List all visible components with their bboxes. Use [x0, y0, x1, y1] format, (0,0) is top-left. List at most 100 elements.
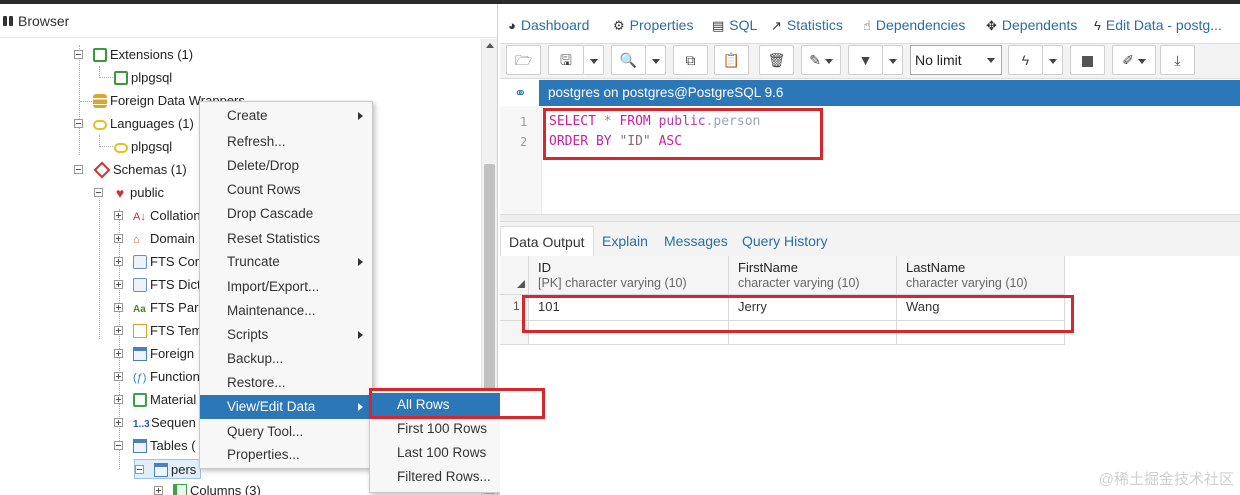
expand-toggle[interactable]: [114, 349, 123, 358]
clear-button[interactable]: ✐: [1112, 45, 1156, 75]
menu-item-backup[interactable]: Backup...: [200, 347, 372, 371]
tree-item-plpgsql-extension[interactable]: plpgsql: [114, 68, 172, 88]
tab-properties[interactable]: ⚙ Properties: [613, 14, 693, 36]
menu-item-view-edit-data[interactable]: View/Edit Data: [200, 395, 372, 419]
tree-item-person-table[interactable]: pers: [134, 459, 202, 479]
paste-button[interactable]: 📋: [714, 45, 749, 75]
filter-icon: ▼: [858, 52, 873, 68]
expand-toggle[interactable]: [114, 257, 123, 266]
grid-corner[interactable]: [500, 256, 529, 295]
collapse-toggle[interactable]: [135, 465, 144, 474]
row-number[interactable]: 1: [500, 295, 529, 321]
menu-item-query-tool[interactable]: Query Tool...: [200, 420, 372, 444]
save-dropdown-button[interactable]: [584, 45, 604, 75]
table-cell[interactable]: [529, 321, 729, 345]
menu-item-properties[interactable]: Properties...: [200, 443, 372, 467]
tree-item-schemas[interactable]: Schemas (1): [74, 160, 187, 180]
domain-icon: ⌂: [133, 234, 140, 246]
expand-toggle[interactable]: [154, 486, 163, 495]
find-dropdown-button[interactable]: [646, 45, 666, 75]
menu-item-count-rows[interactable]: Count Rows: [200, 178, 372, 202]
tab-data-output[interactable]: Data Output: [500, 226, 594, 256]
tab-dependencies[interactable]: ☝ Dependencies: [863, 14, 965, 36]
collapse-toggle[interactable]: [74, 119, 83, 128]
table-cell[interactable]: Wang: [897, 295, 1065, 321]
delete-button[interactable]: 🗑: [759, 45, 794, 75]
tab-edit-data[interactable]: ϟ Edit Data - postg...: [1094, 14, 1222, 36]
expand-toggle[interactable]: [114, 234, 123, 243]
collapse-toggle[interactable]: [94, 188, 103, 197]
menu-item-restore[interactable]: Restore...: [200, 371, 372, 395]
menu-item-truncate[interactable]: Truncate: [200, 250, 372, 274]
menu-item-create[interactable]: Create: [200, 104, 372, 128]
column-header-id[interactable]: ID [PK] character varying (10): [529, 256, 729, 295]
column-header-lastname[interactable]: LastName character varying (10): [897, 256, 1065, 295]
tab-dependents[interactable]: ✥ Dependents: [986, 14, 1077, 36]
edit-icon: ✎: [809, 52, 821, 68]
expand-toggle[interactable]: [114, 395, 123, 404]
expand-toggle[interactable]: [114, 326, 123, 335]
tree-item-fts-parsers[interactable]: Aa FTS Pars: [114, 298, 205, 318]
menu-item-drop-cascade[interactable]: Drop Cascade: [200, 202, 372, 226]
open-file-button[interactable]: 🗁: [506, 45, 541, 75]
tab-messages[interactable]: Messages: [656, 226, 736, 256]
tree-item-functions[interactable]: (ƒ) Function: [114, 367, 200, 387]
expand-toggle[interactable]: [114, 303, 123, 312]
fts-configuration-icon: [133, 254, 147, 269]
tree-item-materialized-views[interactable]: Material: [114, 390, 196, 410]
row-limit-select[interactable]: No limit: [910, 45, 1002, 75]
tree-item-public[interactable]: ♥ public: [94, 183, 164, 203]
expand-toggle[interactable]: [114, 280, 123, 289]
row-number[interactable]: [500, 321, 529, 345]
tree-item-extensions[interactable]: Extensions (1): [74, 45, 193, 65]
tab-sql[interactable]: ▤ SQL: [712, 14, 757, 36]
tree-item-fts-templates[interactable]: FTS Tem: [114, 321, 203, 341]
table-cell[interactable]: Jerry: [729, 295, 897, 321]
filter-dropdown-button[interactable]: [883, 45, 903, 75]
tree-item-sequences[interactable]: 1..3Sequen: [114, 413, 196, 433]
tree-item-domains[interactable]: ⌂ Domain: [114, 229, 195, 249]
panel-splitter[interactable]: [500, 214, 1240, 222]
sql-editor[interactable]: 1 2 SELECT * FROM public.person ORDER BY…: [500, 106, 1240, 214]
expand-toggle[interactable]: [114, 211, 123, 220]
download-button[interactable]: ⤓: [1160, 45, 1195, 75]
filter-button[interactable]: ▼: [848, 45, 883, 75]
save-button[interactable]: 🖫: [548, 45, 584, 75]
column-header-firstname[interactable]: FirstName character varying (10): [729, 256, 897, 295]
browser-header: Browser: [0, 4, 497, 38]
scroll-up-arrow-icon[interactable]: [486, 43, 494, 48]
stop-button[interactable]: [1070, 45, 1105, 75]
tree-item-plpgsql-language[interactable]: plpgsql: [114, 137, 172, 157]
menu-item-delete-drop[interactable]: Delete/Drop: [200, 154, 372, 178]
tab-explain[interactable]: Explain: [594, 226, 656, 256]
tree-item-tables[interactable]: Tables (: [114, 436, 196, 456]
execute-dropdown-button[interactable]: [1043, 45, 1063, 75]
tab-dashboard[interactable]: ◕ Dashboard: [508, 14, 589, 36]
execute-button[interactable]: ϟ: [1008, 45, 1043, 75]
menu-item-scripts[interactable]: Scripts: [200, 323, 372, 347]
expand-toggle[interactable]: [114, 418, 123, 427]
table-cell[interactable]: [897, 321, 1065, 345]
tree-item-fts-dictionaries[interactable]: FTS Dict: [114, 275, 201, 295]
tree-item-foreign-tables[interactable]: Foreign: [114, 344, 194, 364]
collapse-toggle[interactable]: [114, 441, 123, 450]
expand-toggle[interactable]: [114, 372, 123, 381]
tab-statistics[interactable]: ↗ Statistics: [771, 14, 843, 36]
connection-icon[interactable]: ⚭: [514, 84, 527, 102]
find-button[interactable]: 🔍: [611, 45, 646, 75]
collapse-toggle[interactable]: [74, 165, 83, 174]
menu-item-import-export[interactable]: Import/Export...: [200, 275, 372, 299]
edit-button[interactable]: ✎: [801, 45, 841, 75]
tree-item-fts-configurations[interactable]: FTS Con: [114, 252, 202, 272]
collapse-toggle[interactable]: [74, 50, 83, 59]
tree-item-columns[interactable]: Columns (3): [154, 481, 261, 495]
menu-item-maintenance[interactable]: Maintenance...: [200, 299, 372, 323]
menu-item-reset-statistics[interactable]: Reset Statistics: [200, 227, 372, 251]
table-cell[interactable]: 101: [529, 295, 729, 321]
tree-item-languages[interactable]: Languages (1): [74, 114, 194, 134]
copy-button[interactable]: ⧉: [673, 45, 708, 75]
menu-item-refresh[interactable]: Refresh...: [200, 130, 372, 154]
tree-item-collations[interactable]: A↓ Collation: [114, 206, 201, 226]
table-cell[interactable]: [729, 321, 897, 345]
tab-query-history[interactable]: Query History: [734, 226, 836, 256]
